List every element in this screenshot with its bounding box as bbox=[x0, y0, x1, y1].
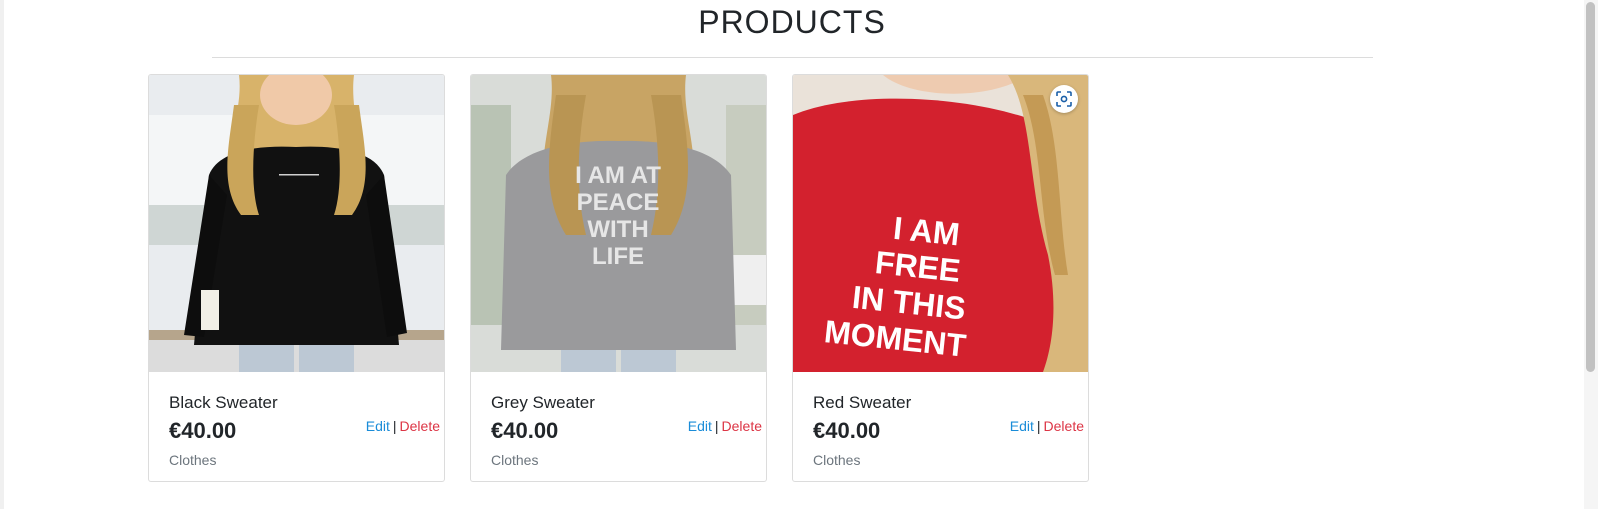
shirt-print-line: PEACE bbox=[577, 189, 660, 216]
product-name: Grey Sweater bbox=[491, 393, 595, 412]
product-photo-grey: I AM AT PEACE WITH LIFE bbox=[471, 75, 766, 372]
title-divider bbox=[212, 57, 1373, 58]
edit-link[interactable]: Edit bbox=[688, 418, 712, 434]
edit-link[interactable]: Edit bbox=[1010, 418, 1034, 434]
page-left-edge bbox=[0, 0, 4, 509]
shirt-print-line: WITH bbox=[587, 216, 648, 243]
product-price: €40.00 bbox=[169, 418, 237, 443]
action-separator: | bbox=[392, 418, 397, 434]
product-image[interactable] bbox=[149, 75, 444, 372]
action-separator: | bbox=[1036, 418, 1041, 434]
product-card: I AM AT PEACE WITH LIFE Grey Sweater €40… bbox=[470, 74, 767, 482]
product-actions: Edit | Delete bbox=[1010, 418, 1084, 434]
visual-search-icon bbox=[1055, 90, 1073, 108]
product-actions: Edit | Delete bbox=[366, 418, 440, 434]
product-price: €40.00 bbox=[491, 418, 559, 443]
delete-link[interactable]: Delete bbox=[1044, 418, 1084, 434]
scrollbar-thumb[interactable] bbox=[1586, 2, 1595, 372]
action-separator: | bbox=[714, 418, 719, 434]
product-price: €40.00 bbox=[813, 418, 881, 443]
product-category: Clothes bbox=[169, 452, 217, 468]
product-name: Black Sweater bbox=[169, 393, 278, 412]
shirt-print-line: I AM AT bbox=[575, 162, 661, 189]
product-card: Black Sweater €40.00 Edit | Delete Clothes bbox=[148, 74, 445, 482]
edit-link[interactable]: Edit bbox=[366, 418, 390, 434]
product-category: Clothes bbox=[813, 452, 861, 468]
product-name: Red Sweater bbox=[813, 393, 912, 412]
delete-link[interactable]: Delete bbox=[722, 418, 762, 434]
product-photo-red: I AM FREE IN THIS MOMENT bbox=[793, 75, 1088, 372]
shirt-print-line: LIFE bbox=[592, 243, 644, 270]
delete-link[interactable]: Delete bbox=[400, 418, 440, 434]
product-image[interactable]: I AM AT PEACE WITH LIFE bbox=[471, 75, 766, 372]
product-photo-black bbox=[149, 75, 444, 372]
product-actions: Edit | Delete bbox=[688, 418, 762, 434]
visual-search-button[interactable] bbox=[1050, 85, 1078, 113]
page-title: PRODUCTS bbox=[698, 4, 886, 40]
product-category: Clothes bbox=[491, 452, 539, 468]
product-image[interactable]: I AM FREE IN THIS MOMENT bbox=[793, 75, 1088, 372]
product-card: I AM FREE IN THIS MOMENT Red Sweater €40… bbox=[792, 74, 1089, 482]
